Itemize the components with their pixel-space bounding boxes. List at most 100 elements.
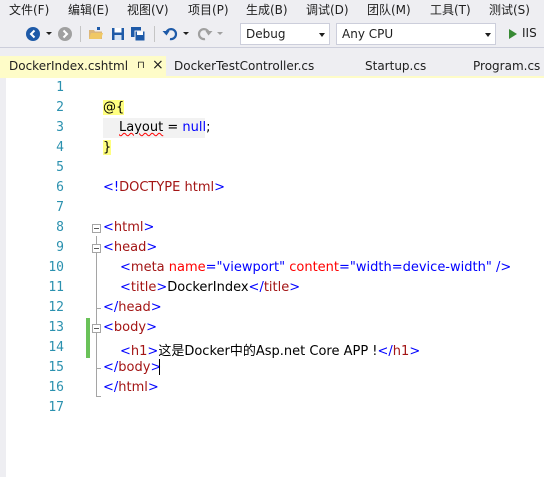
pin-icon[interactable]: ⊓	[137, 60, 145, 71]
code-line: 1	[0, 78, 544, 98]
menu-test[interactable]: 测试(S)	[489, 2, 530, 18]
menu-file[interactable]: 文件(F)	[9, 2, 49, 18]
tag-name: html	[118, 380, 148, 395]
code-line: 3 Layout = null;	[0, 118, 544, 138]
menu-debug[interactable]: 调试(D)	[306, 2, 349, 18]
line-number: 13	[48, 320, 64, 335]
redo-icon[interactable]	[196, 25, 214, 43]
line-number: 14	[48, 340, 64, 355]
bracket: <!	[103, 180, 120, 195]
forward-icon[interactable]	[56, 25, 74, 43]
tag-name: h1	[392, 344, 410, 359]
title-text: DockerIndex	[167, 280, 249, 295]
line-number: 3	[56, 120, 64, 135]
run-iis-button[interactable]: IIS	[505, 24, 544, 44]
code-line: 14 <h1>这是Docker中的Asp.net Core APP !</h1>	[0, 338, 544, 359]
doctype-value: html	[180, 180, 215, 195]
tab-label: DockerIndex.cshtml	[9, 59, 129, 73]
tab-program-cs[interactable]: Program.cs	[456, 56, 544, 78]
body-close-tag: </body>	[103, 360, 161, 375]
collapse-toggle-icon[interactable]	[92, 244, 101, 253]
tag-name: h1	[130, 344, 148, 359]
bracket: </	[248, 280, 264, 295]
open-folder-icon[interactable]	[87, 25, 105, 43]
head-open-tag: <head>	[103, 240, 157, 255]
bracket: >	[289, 280, 301, 295]
tab-dockerindex-cshtml[interactable]: DockerIndex.cshtml ⊓ ×	[0, 56, 166, 78]
line-number: 8	[56, 220, 64, 235]
code-line: 8 <html>	[0, 218, 544, 238]
menu-project[interactable]: 项目(P)	[188, 2, 229, 18]
equals: =	[339, 260, 350, 275]
tab-well	[0, 48, 544, 56]
toolbar-separator	[154, 26, 155, 42]
text-caret	[159, 359, 160, 375]
bracket: >	[214, 180, 226, 195]
doctype-keyword: DOCTYPE	[119, 180, 181, 195]
code-line: 7	[0, 198, 544, 218]
bracket: <	[120, 280, 131, 295]
menu-build[interactable]: 生成(B)	[246, 2, 288, 18]
menu-bar: 文件(F) 编辑(E) 视图(V) 项目(P) 生成(B) 调试(D) 团队(M…	[0, 0, 544, 20]
tab-startup-cs[interactable]: Startup.cs	[346, 56, 456, 78]
bracket: >	[156, 280, 168, 295]
configuration-select[interactable]: Debug	[240, 23, 330, 45]
bracket: </	[103, 380, 119, 395]
menu-view[interactable]: 视图(V)	[127, 2, 169, 18]
tab-dockertestcontroller-cs[interactable]: DockerTestController.cs	[166, 56, 346, 78]
save-icon[interactable]	[109, 25, 127, 43]
code-line: 10 <meta name="viewport" content="width=…	[0, 258, 544, 278]
html-close-tag: </html>	[103, 380, 159, 395]
platform-value: Any CPU	[342, 27, 394, 41]
tag-name: head	[118, 300, 151, 315]
menu-edit[interactable]: 编辑(E)	[68, 2, 109, 18]
line-number: 17	[48, 400, 64, 415]
attribute-value: "viewport"	[216, 260, 286, 275]
bracket: </	[103, 300, 119, 315]
line-number: 7	[56, 200, 64, 215]
dropdown-arrow-icon[interactable]	[214, 25, 232, 43]
razor-open-brace: @{	[103, 100, 125, 115]
operator: =	[163, 120, 183, 135]
chevron-down-icon	[485, 33, 491, 37]
bracket: >	[146, 240, 158, 255]
tag-name: html	[113, 220, 144, 235]
undo-icon[interactable]	[161, 25, 179, 43]
self-close: />	[491, 260, 512, 275]
code-line: 17	[0, 398, 544, 418]
bracket: </	[377, 344, 393, 359]
save-all-icon[interactable]	[129, 25, 147, 43]
bracket: <	[103, 240, 114, 255]
doctype-declaration: <!DOCTYPE html>	[103, 180, 225, 195]
close-icon[interactable]: ×	[152, 57, 164, 73]
tag-name: body	[118, 360, 151, 375]
document-tabs: DockerIndex.cshtml ⊓ × DockerTestControl…	[0, 56, 544, 78]
code-line: 5	[0, 158, 544, 178]
tag-name: meta	[130, 260, 165, 275]
collapse-toggle-icon[interactable]	[92, 224, 101, 233]
heading-text: 这是Docker中的Asp.net Core APP !	[158, 344, 378, 359]
run-label: IIS	[522, 26, 537, 40]
line-number: 5	[56, 160, 64, 175]
menu-tools[interactable]: 工具(T)	[430, 2, 471, 18]
back-icon[interactable]	[24, 25, 42, 43]
tag-name: title	[263, 280, 290, 295]
line-number: 16	[48, 380, 64, 395]
collapse-toggle-icon[interactable]	[92, 324, 101, 333]
code-line: 15 </body>	[0, 358, 544, 378]
code-line: 6 <!DOCTYPE html>	[0, 178, 544, 198]
line-number: 9	[56, 240, 64, 255]
menu-team[interactable]: 团队(M)	[367, 2, 411, 18]
bracket: <	[103, 320, 114, 335]
bracket: >	[146, 320, 157, 335]
bracket: >	[409, 344, 421, 359]
razor-statement: Layout = null;	[119, 120, 210, 135]
code-line: 9 <head>	[0, 238, 544, 258]
line-number: 6	[56, 180, 64, 195]
code-line: 16 </html>	[0, 378, 544, 398]
configuration-value: Debug	[246, 27, 286, 41]
tab-label: Program.cs	[473, 59, 541, 73]
bracket: <	[103, 220, 114, 235]
tag-name: body	[113, 320, 147, 335]
platform-select[interactable]: Any CPU	[336, 23, 496, 45]
